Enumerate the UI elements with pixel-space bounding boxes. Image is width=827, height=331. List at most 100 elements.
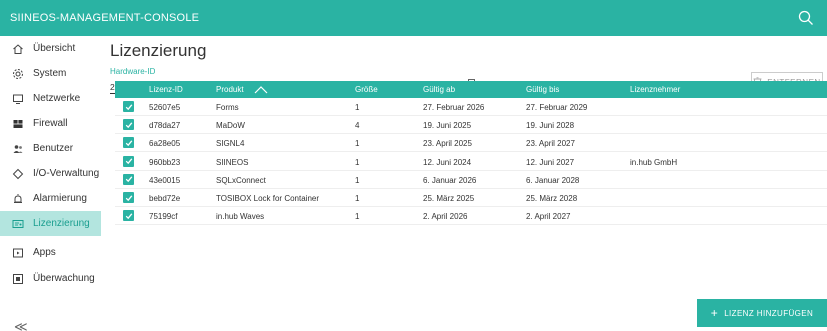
cell-groesse: 4 [355, 121, 360, 131]
app-title: SIINEOS-MANAGEMENT-CONSOLE [10, 12, 200, 24]
sidebar-item-label: Überwachung [33, 273, 95, 284]
sidebar-item-label: I/O-Verwaltung [33, 168, 100, 179]
table-row[interactable]: 960bb23 SIINEOS 1 12. Juni 2024 12. Juni 202… [115, 153, 827, 171]
cell-produkt: SIINEOS [216, 157, 249, 167]
cell-gueltig-bis: 12. Juni 2027 [526, 157, 575, 167]
sidebar-item-system[interactable]: System [0, 61, 101, 86]
column-header-lizenznehmer[interactable]: Lizenznehmer [630, 85, 680, 94]
checkmark-icon [125, 122, 132, 128]
row-checkbox[interactable] [123, 155, 134, 167]
cell-gueltig-bis: 27. Februar 2029 [526, 103, 588, 112]
cell-gueltig-ab: 19. Juni 2025 [423, 121, 472, 131]
sort-ascending-icon[interactable] [254, 85, 268, 94]
column-header-groesse[interactable]: Größe [355, 85, 378, 94]
sidebar-item-label: Apps [33, 247, 56, 258]
cell-lizenz-id: 52607e5 [149, 103, 181, 112]
table-row[interactable]: 6a28e05 SIGNL4 1 23. April 2025 23. April 20… [115, 134, 827, 153]
top-bar: SIINEOS-MANAGEMENT-CONSOLE [0, 0, 827, 36]
main-content: Lizenzierung Hardware-ID ENTFERNEN Lizen… [101, 36, 827, 331]
sidebar: Übersicht System Netzwerke Firewall Benu… [0, 36, 101, 331]
cell-groesse: 1 [355, 157, 360, 167]
cell-produkt: MaDoW [216, 121, 245, 131]
row-checkbox[interactable] [123, 137, 134, 149]
table-header: Lizenz-ID Produkt Größe Gültig ab Gültig… [115, 81, 827, 98]
column-header-produkt[interactable]: Produkt [216, 85, 244, 94]
sidebar-item-label: Übersicht [33, 43, 76, 54]
add-license-button-label: LIZENZ HINZUFÜGEN [724, 308, 814, 318]
cell-lizenz-id: 6a28e05 [149, 139, 181, 149]
cell-groesse: 1 [355, 139, 360, 149]
sidebar-item-benutzer[interactable]: Benutzer [0, 136, 101, 161]
checkmark-icon [125, 176, 132, 183]
table-row[interactable]: d78da27 MaDoW 4 19. Juni 2025 19. Juni 2028 [115, 116, 827, 135]
sidebar-item-uebersicht[interactable]: Übersicht [0, 36, 101, 61]
sidebar-item-apps[interactable]: Apps [0, 240, 101, 265]
cell-gueltig-ab: 12. Juni 2024 [423, 157, 472, 167]
sidebar-item-label: Firewall [33, 118, 68, 129]
row-checkbox[interactable] [123, 210, 134, 222]
cell-gueltig-bis: 6. Januar 2028 [526, 175, 580, 185]
sidebar-item-ueberwachung[interactable]: Überwachung [0, 266, 101, 291]
cell-gueltig-bis: 25. März 2028 [526, 194, 578, 203]
column-header-lizenz-id[interactable]: Lizenz-ID [149, 85, 183, 94]
cell-lizenz-id: 43e0015 [149, 175, 181, 185]
checkmark-icon [125, 103, 132, 110]
gear-icon [12, 68, 24, 80]
cell-gueltig-ab: 25. März 2025 [423, 194, 475, 203]
column-header-gueltig-bis[interactable]: Gültig bis [526, 85, 559, 94]
cell-gueltig-ab: 23. April 2025 [423, 139, 472, 149]
row-checkbox[interactable] [123, 192, 134, 203]
table-row[interactable]: 75199cf in.hub Waves 1 2. April 2026 2. Apri… [115, 207, 827, 226]
sidebar-item-label: Alarmierung [33, 193, 87, 204]
checkmark-icon [125, 158, 132, 165]
cell-groesse: 1 [355, 194, 360, 203]
checkmark-icon [125, 194, 132, 201]
column-header-gueltig-ab[interactable]: Gültig ab [423, 85, 455, 94]
cell-lizenz-id: d78da27 [149, 121, 181, 131]
cell-produkt: Forms [216, 103, 239, 112]
row-checkbox[interactable] [123, 101, 134, 112]
cell-produkt: SQLxConnect [216, 175, 266, 185]
sidebar-item-label: Lizenzierung [33, 218, 90, 229]
cell-gueltig-ab: 2. April 2026 [423, 212, 468, 222]
monitoring-icon [12, 273, 24, 285]
sidebar-item-label: Benutzer [33, 143, 74, 154]
row-checkbox[interactable] [123, 119, 134, 131]
users-icon [12, 143, 24, 155]
cell-gueltig-ab: 27. Februar 2026 [423, 103, 485, 112]
sidebar-item-lizenzierung[interactable]: Lizenzierung [0, 211, 101, 236]
cell-groesse: 1 [355, 103, 360, 112]
cell-gueltig-bis: 2. April 2027 [526, 212, 571, 222]
collapse-sidebar-icon[interactable]: ≪ [14, 319, 28, 331]
sidebar-item-label: Netzwerke [33, 93, 81, 104]
cell-gueltig-bis: 23. April 2027 [526, 139, 575, 149]
sidebar-item-firewall[interactable]: Firewall [0, 111, 101, 136]
sidebar-item-io-verwaltung[interactable]: I/O-Verwaltung [0, 161, 101, 186]
monitor-icon [12, 93, 24, 105]
cell-produkt: TOSIBOX Lock for Container [216, 194, 320, 203]
add-license-button[interactable]: + LIZENZ HINZUFÜGEN [697, 299, 827, 327]
checkmark-icon [125, 213, 132, 219]
row-checkbox[interactable] [123, 173, 134, 185]
cell-lizenz-id: bebd72e [149, 194, 181, 203]
home-icon [12, 43, 24, 55]
io-icon [12, 168, 24, 180]
page-title: Lizenzierung [110, 41, 207, 60]
firewall-icon [12, 118, 24, 130]
cell-produkt: SIGNL4 [216, 139, 245, 149]
table-row[interactable]: 52607e5 Forms 1 27. Februar 2026 27. Februar… [115, 98, 827, 116]
cell-lizenz-id: 960bb23 [149, 157, 181, 167]
cell-produkt: in.hub Waves [216, 212, 265, 222]
cell-lizenz-id: 75199cf [149, 212, 178, 222]
table-row[interactable]: 43e0015 SQLxConnect 1 6. Januar 2026 6. Janu… [115, 171, 827, 189]
search-icon[interactable] [797, 9, 815, 27]
license-icon [12, 218, 24, 230]
sidebar-item-netzwerke[interactable]: Netzwerke [0, 86, 101, 111]
cell-gueltig-ab: 6. Januar 2026 [423, 175, 477, 185]
sidebar-item-alarmierung[interactable]: Alarmierung [0, 186, 101, 211]
sidebar-item-label: System [33, 68, 67, 79]
cell-groesse: 1 [355, 175, 360, 185]
cell-groesse: 1 [355, 212, 360, 222]
table-row[interactable]: bebd72e TOSIBOX Lock for Container 1 25. Mä… [115, 189, 827, 207]
plus-icon: + [710, 306, 719, 320]
